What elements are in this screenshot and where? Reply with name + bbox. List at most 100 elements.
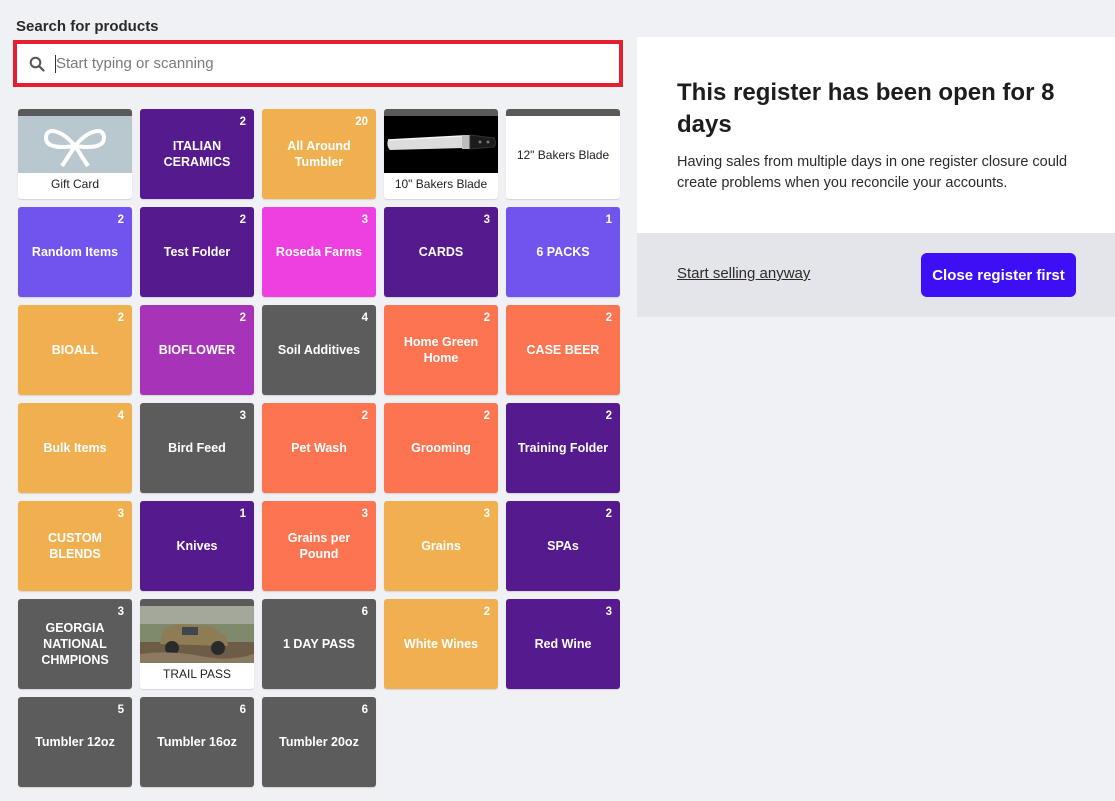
item-count-badge: 4 xyxy=(361,312,368,324)
tile-home-green-home[interactable]: 2 Home Green Home xyxy=(384,305,498,395)
tile-label: Training Folder xyxy=(517,441,609,455)
item-count-badge: 2 xyxy=(483,410,490,422)
register-open-notice: This register has been open for 8 days H… xyxy=(637,37,1115,317)
gift-bow-icon xyxy=(18,116,132,173)
tile-label: Tumbler 12oz xyxy=(35,735,115,749)
tile-bioflower[interactable]: 2 BIOFLOWER xyxy=(140,305,254,395)
start-selling-anyway-link[interactable]: Start selling anyway xyxy=(677,265,810,282)
tile-label: Bird Feed xyxy=(168,441,226,455)
item-count-badge: 3 xyxy=(361,214,368,226)
tile-label: ITALIAN CERAMICS xyxy=(163,139,231,169)
item-count-badge: 2 xyxy=(117,312,124,324)
tile-label: CASE BEER xyxy=(526,343,600,357)
tile-label: 6 PACKS xyxy=(536,245,590,259)
quick-keys-grid: Gift Card 2 ITALIAN CERAMICS 20 All Around T… xyxy=(18,109,620,787)
tile-soil-additives[interactable]: 4 Soil Additives xyxy=(262,305,376,395)
notice-footer: Start selling anyway Close register firs… xyxy=(637,233,1115,317)
tile-label: CARDS xyxy=(418,245,464,259)
tile-label: Pet Wash xyxy=(291,441,347,455)
item-count-badge: 3 xyxy=(605,606,612,618)
item-count-badge: 1 xyxy=(239,508,246,520)
tile-cards[interactable]: 3 CARDS xyxy=(384,207,498,297)
item-count-badge: 2 xyxy=(117,214,124,226)
tile-grains[interactable]: 3 Grains xyxy=(384,501,498,591)
search-box[interactable] xyxy=(13,40,623,87)
item-count-badge: 2 xyxy=(605,410,612,422)
tile-tumbler-20oz[interactable]: 6 Tumbler 20oz xyxy=(262,697,376,787)
tile-case-beer[interactable]: 2 CASE BEER xyxy=(506,305,620,395)
tile-spas[interactable]: 2 SPAs xyxy=(506,501,620,591)
tile-white-wines[interactable]: 2 White Wines xyxy=(384,599,498,689)
item-count-badge: 2 xyxy=(239,116,246,128)
tile-label: White Wines xyxy=(403,637,479,651)
tile-6-packs[interactable]: 1 6 PACKS xyxy=(506,207,620,297)
tile-bulk-items[interactable]: 4 Bulk Items xyxy=(18,403,132,493)
tile-roseda-farms[interactable]: 3 Roseda Farms xyxy=(262,207,376,297)
mud-truck-image xyxy=(140,606,254,663)
tile-label: Roseda Farms xyxy=(275,245,363,259)
tile-training-folder[interactable]: 2 Training Folder xyxy=(506,403,620,493)
tile-grooming[interactable]: 2 Grooming xyxy=(384,403,498,493)
item-count-badge: 1 xyxy=(605,214,612,226)
tile-label: Home Green Home xyxy=(403,335,479,365)
search-label: Search for products xyxy=(16,18,159,35)
tile-custom-blends[interactable]: 3 CUSTOM BLENDS xyxy=(18,501,132,591)
tile-label: Tumbler 20oz xyxy=(279,735,359,749)
item-count-badge: 3 xyxy=(483,508,490,520)
tile-label: All Around Tumbler xyxy=(287,139,351,169)
tile-label: SPAs xyxy=(547,539,579,553)
item-count-badge: 6 xyxy=(361,704,368,716)
close-register-button[interactable]: Close register first xyxy=(921,253,1076,297)
tile-label: GEORGIA NATIONAL CHMPIONS xyxy=(41,621,109,667)
tile-1-day-pass[interactable]: 6 1 DAY PASS xyxy=(262,599,376,689)
tile-grains-per-pound[interactable]: 3 Grains per Pound xyxy=(262,501,376,591)
tile-test-folder[interactable]: 2 Test Folder xyxy=(140,207,254,297)
tile-label: Random Items xyxy=(31,245,119,259)
tile-label: BIOFLOWER xyxy=(158,343,236,357)
tile-random-items[interactable]: 2 Random Items xyxy=(18,207,132,297)
tile-italian-ceramics[interactable]: 2 ITALIAN CERAMICS xyxy=(140,109,254,199)
tile-tumbler-16oz[interactable]: 6 Tumbler 16oz xyxy=(140,697,254,787)
tile-georgia-national-chmpions[interactable]: 3 GEORGIA NATIONAL CHMPIONS xyxy=(18,599,132,689)
notice-title: This register has been open for 8 days xyxy=(677,79,1055,138)
tile-label: TRAIL PASS xyxy=(162,667,232,681)
tile-label: 1 DAY PASS xyxy=(282,637,356,651)
bread-knife-image xyxy=(384,116,498,173)
tile-label: Gift Card xyxy=(50,177,99,191)
tile-label: Tumbler 16oz xyxy=(157,735,237,749)
item-count-badge: 5 xyxy=(117,704,124,716)
tile-trail-pass[interactable]: TRAIL PASS xyxy=(140,599,254,689)
tile-bioall[interactable]: 2 BIOALL xyxy=(18,305,132,395)
tile-all-around-tumbler[interactable]: 20 All Around Tumbler xyxy=(262,109,376,199)
tile-label: Red Wine xyxy=(534,637,592,651)
search-input[interactable] xyxy=(56,48,596,79)
item-count-badge: 3 xyxy=(361,508,368,520)
search-icon xyxy=(29,56,45,72)
tile-bird-feed[interactable]: 3 Bird Feed xyxy=(140,403,254,493)
tile-label: Soil Additives xyxy=(277,343,361,357)
item-count-badge: 6 xyxy=(361,606,368,618)
item-count-badge: 20 xyxy=(355,116,368,128)
tile-label: BIOALL xyxy=(51,343,99,357)
item-count-badge: 2 xyxy=(483,312,490,324)
item-count-badge: 2 xyxy=(605,508,612,520)
tile-label: Bulk Items xyxy=(43,441,107,455)
tile-knives[interactable]: 1 Knives xyxy=(140,501,254,591)
tile-pet-wash[interactable]: 2 Pet Wash xyxy=(262,403,376,493)
item-count-badge: 3 xyxy=(117,606,124,618)
tile-label: Knives xyxy=(176,539,218,553)
tile-label: Grains xyxy=(421,539,461,553)
tile-10-bakers-blade[interactable]: 10" Bakers Blade xyxy=(384,109,498,199)
tile-tumbler-12oz[interactable]: 5 Tumbler 12oz xyxy=(18,697,132,787)
item-count-badge: 2 xyxy=(605,312,612,324)
tile-label: 12" Bakers Blade xyxy=(516,147,610,162)
item-count-badge: 3 xyxy=(239,410,246,422)
item-count-badge: 2 xyxy=(483,606,490,618)
tile-red-wine[interactable]: 3 Red Wine xyxy=(506,599,620,689)
item-count-badge: 2 xyxy=(239,214,246,226)
tile-label: Grains per Pound xyxy=(287,531,351,561)
tile-label: 10" Bakers Blade xyxy=(394,177,488,191)
item-count-badge: 2 xyxy=(239,312,246,324)
tile-gift-card[interactable]: Gift Card xyxy=(18,109,132,199)
tile-12-bakers-blade[interactable]: 12" Bakers Blade xyxy=(506,109,620,199)
